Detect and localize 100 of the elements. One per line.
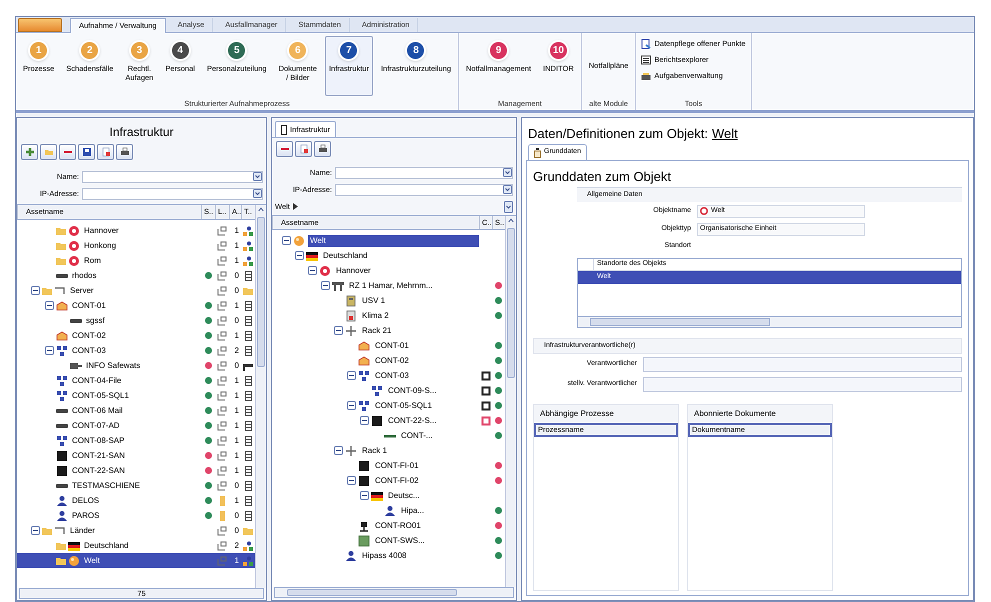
scrollbar[interactable] — [274, 587, 514, 598]
tree-row[interactable]: Hipa... — [272, 503, 505, 518]
tree-row[interactable]: CONT-03 2 — [17, 343, 255, 358]
scrollbar[interactable] — [255, 205, 266, 588]
tree-row[interactable]: Server 0 — [17, 283, 255, 298]
asset-name: Klima 2 — [361, 310, 390, 322]
collapse-toggle[interactable] — [31, 526, 40, 535]
rack-icon — [244, 390, 252, 400]
scroll-thumb[interactable] — [257, 217, 265, 367]
tree-row[interactable]: CONT-07-AD 1 — [17, 418, 255, 433]
tree-row[interactable]: DELOS 1 — [17, 493, 255, 508]
asset-name: CONT-FI-02 — [374, 474, 420, 486]
tree-row[interactable]: USV 1 — [272, 293, 505, 308]
collapse-toggle[interactable] — [360, 491, 369, 500]
asset-name: Deutschland — [322, 250, 368, 262]
tree-row[interactable]: CONT-05-SQL1 — [272, 398, 505, 413]
add-button[interactable] — [21, 144, 38, 160]
tree-row[interactable]: Deutsc... — [272, 488, 505, 503]
tree-row[interactable]: Hipass 4008 — [272, 548, 505, 563]
collapse-toggle[interactable] — [282, 236, 291, 245]
tree-row[interactable]: TESTMASCHIENE 0 — [17, 478, 255, 493]
tree-row[interactable]: Rack 1 — [272, 443, 505, 458]
rack-icon — [244, 406, 252, 416]
print-button[interactable] — [116, 144, 133, 160]
tree-row[interactable]: Klima 2 — [272, 308, 505, 323]
tree-row[interactable]: CONT-01 1 — [17, 298, 255, 313]
folder-button[interactable] — [40, 144, 57, 160]
tree-row[interactable]: CONT-FI-01 — [272, 458, 505, 473]
rack-icon — [244, 480, 252, 490]
tree-row[interactable]: CONT-04-File 1 — [17, 373, 255, 388]
text-field[interactable] — [643, 356, 962, 372]
collapse-toggle[interactable] — [347, 401, 356, 410]
object-link[interactable]: Welt — [712, 124, 738, 144]
tree-row[interactable]: Welt — [272, 233, 505, 248]
scroll-thumb[interactable] — [287, 589, 457, 596]
collapse-toggle[interactable] — [347, 371, 356, 380]
collapse-toggle[interactable] — [347, 476, 356, 485]
tree-row[interactable]: CONT-01 — [272, 338, 505, 353]
collapse-toggle[interactable] — [334, 326, 343, 335]
export-button[interactable] — [295, 140, 312, 156]
tree-row[interactable]: Hannover 1 — [17, 223, 255, 238]
rack-icon — [244, 510, 252, 520]
tree-row[interactable]: CONT-22-S... — [272, 413, 505, 428]
tree-row[interactable]: RZ 1 Hamar, Mehrnm... — [272, 278, 505, 293]
collapse-toggle[interactable] — [360, 416, 369, 425]
export-button[interactable] — [97, 144, 114, 160]
tree-row[interactable]: INFO Safewats 0 — [17, 358, 255, 373]
asset-name: USV 1 — [361, 294, 386, 306]
remove-button[interactable] — [276, 140, 293, 156]
tree-row[interactable]: sgssf 0 — [17, 313, 255, 328]
tree-row[interactable]: CONT-03 — [272, 368, 505, 383]
tree-row[interactable]: CONT-09-S... — [272, 383, 505, 398]
rack-icon — [345, 444, 357, 456]
text-field[interactable] — [643, 376, 962, 392]
scroll-thumb[interactable] — [507, 228, 515, 378]
tree-row[interactable]: Welt 1 — [17, 553, 255, 568]
dropdown-icon[interactable] — [504, 200, 513, 212]
tree-row[interactable]: CONT-02 1 — [17, 328, 255, 343]
tree-row[interactable]: CONT-SWS... — [272, 533, 505, 548]
print-button[interactable] — [314, 140, 331, 156]
asset-name: CONT-22-SAN — [72, 464, 125, 476]
collapse-toggle[interactable] — [295, 251, 304, 260]
scrollbar[interactable] — [578, 316, 961, 327]
collapse-toggle[interactable] — [31, 286, 40, 295]
tree-row[interactable]: Länder 0 — [17, 523, 255, 538]
tree-row[interactable]: Rom 1 — [17, 253, 255, 268]
tree-row[interactable]: CONT-21-SAN 1 — [17, 448, 255, 463]
tree-row[interactable]: Rack 21 — [272, 323, 505, 338]
scrollbar[interactable] — [505, 216, 516, 587]
tree-row[interactable]: Honkong 1 — [17, 238, 255, 253]
tree-row[interactable]: CONT-FI-02 — [272, 473, 505, 488]
person-icon — [56, 510, 68, 522]
tree-row[interactable]: CONT-22-SAN 1 — [17, 463, 255, 478]
collapse-toggle[interactable] — [45, 301, 54, 310]
tree-row[interactable]: CONT-05-SQL1 1 — [17, 388, 255, 403]
tree-row[interactable]: Deutschland 2 — [17, 538, 255, 553]
flag-icon — [68, 540, 80, 552]
tree-row[interactable]: Deutschland — [272, 248, 505, 263]
collapse-toggle[interactable] — [308, 266, 317, 275]
tree-row[interactable]: CONT-RO01 — [272, 518, 505, 533]
asset-count: 1 — [234, 450, 240, 462]
tree-row[interactable]: CONT-06 Mail 1 — [17, 403, 255, 418]
asset-name: CONT-... — [400, 430, 434, 442]
asset-name: CONT-05-SQL1 — [374, 400, 433, 412]
save-button[interactable] — [78, 144, 95, 160]
connection-icon — [217, 226, 227, 236]
tree-row[interactable]: rhodos 0 — [17, 268, 255, 283]
tree-row[interactable]: CONT-02 — [272, 353, 505, 368]
collapse-toggle[interactable] — [334, 446, 343, 455]
folder-icon — [42, 286, 52, 296]
collapse-toggle[interactable] — [45, 346, 54, 355]
tree-row[interactable]: CONT-08-SAP 1 — [17, 433, 255, 448]
collapse-toggle[interactable] — [321, 281, 330, 290]
remove-button[interactable] — [59, 144, 76, 160]
export-icon — [100, 147, 110, 157]
tree-row[interactable]: PAROS 0 — [17, 508, 255, 523]
tree-row[interactable]: Hannover — [272, 263, 505, 278]
scroll-thumb[interactable] — [590, 318, 770, 326]
asset-count: 1 — [234, 254, 240, 266]
tree-row[interactable]: CONT-... — [272, 428, 505, 443]
